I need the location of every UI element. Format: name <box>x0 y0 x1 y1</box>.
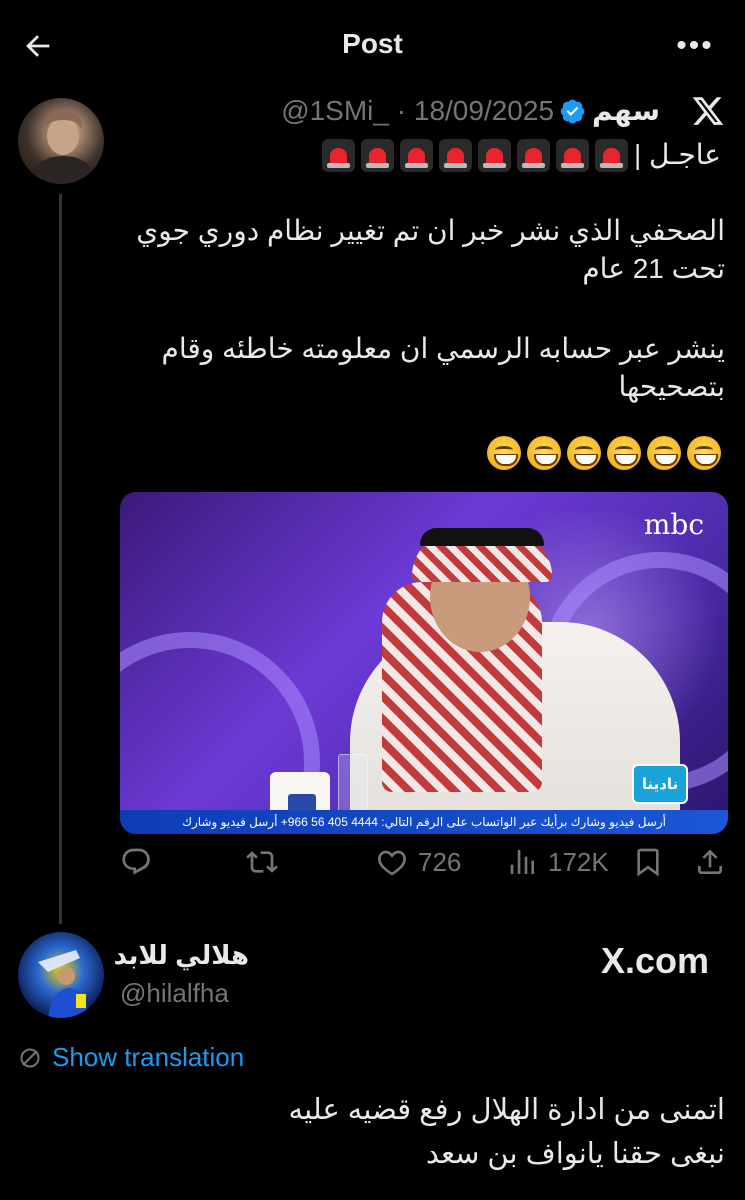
reply-icon <box>122 848 150 875</box>
more-options-button[interactable]: ••• <box>675 28 715 64</box>
siren-emoji-icon <box>438 138 472 172</box>
author-handle[interactable]: @1SMi_ <box>281 95 389 126</box>
reply-author-handle[interactable]: @hilalfha <box>120 978 229 1009</box>
avatar[interactable] <box>18 98 104 184</box>
siren-emoji-icon <box>477 138 511 172</box>
tweet-date[interactable]: 18/09/2025 <box>414 95 554 126</box>
author-name[interactable]: سهم <box>592 94 660 127</box>
siren-emoji-icon <box>555 138 589 172</box>
reply-line-2: نبغى حقنا يانواف بن سعد <box>425 1138 725 1170</box>
breaking-label: عاجـل | <box>633 139 721 170</box>
show-translation-label: Show translation <box>52 1042 245 1072</box>
reply-avatar[interactable] <box>18 932 104 1018</box>
meta-separator: · <box>396 94 407 126</box>
grinning-emoji-icon <box>527 436 561 470</box>
bookmark-icon <box>637 848 659 877</box>
retweet-button[interactable] <box>246 846 278 878</box>
grinning-emoji-icon <box>687 436 721 470</box>
siren-emoji-icon <box>321 138 355 172</box>
like-count: 726 <box>418 846 462 877</box>
avatar-player-icon <box>38 950 88 1018</box>
show-translation-link[interactable]: Show translation <box>18 1042 244 1073</box>
siren-emoji-icon <box>516 138 550 172</box>
x-logo-icon <box>692 97 724 125</box>
siren-emoji-icon <box>360 138 394 172</box>
tweet-video-media[interactable]: mbc نادينا أرسل فيديو وشارك برأيك عبر ال… <box>120 492 728 834</box>
speaker-agal <box>420 528 544 546</box>
more-horizontal-icon: ••• <box>676 29 714 62</box>
page-title: Post <box>342 28 403 59</box>
grinning-emoji-icon <box>647 436 681 470</box>
heart-icon <box>378 850 406 876</box>
grinning-emoji-icon <box>487 436 521 470</box>
news-ticker: أرسل فيديو وشارك برأيك عبر الواتساب على … <box>120 810 728 834</box>
share-icon <box>698 849 722 874</box>
tweet-paragraph-2: ينشر عبر حسابه الرسمي ان معلومته خاطئه و… <box>161 333 726 402</box>
verified-badge-icon <box>560 99 585 123</box>
siren-emoji-icon <box>399 138 433 172</box>
tweet-author-row: سهم @1SMi_ · 18/09/2025 <box>281 94 660 127</box>
share-button[interactable] <box>694 846 726 878</box>
views-count: 172K <box>548 846 609 877</box>
reply-button[interactable] <box>120 846 152 878</box>
retweet-icon <box>246 851 278 873</box>
bookmark-button[interactable] <box>632 846 664 878</box>
handle-and-date: @1SMi_ · 18/09/2025 <box>281 95 554 127</box>
reply-body: اتمنى من ادارة الهلال رفع قضيه عليه نبغى… <box>125 1088 725 1176</box>
post-header: Post ••• <box>0 0 745 90</box>
thread-connector-line <box>59 194 62 924</box>
channel-logo: mbc <box>643 508 704 541</box>
tweet-paragraph-1: الصحفي الذي نشر خبر ان تم تغيير نظام دور… <box>136 215 725 284</box>
like-button[interactable]: 726 <box>376 846 461 878</box>
show-logo: نادينا <box>632 764 688 804</box>
siren-emoji-icon <box>594 138 628 172</box>
views-button[interactable]: 172K <box>506 846 609 878</box>
breaking-line: عاجـل | <box>321 136 721 174</box>
grinning-emoji-icon <box>607 436 641 470</box>
x-com-watermark: X.com <box>600 940 709 981</box>
views-chart-icon <box>510 850 534 874</box>
grinning-emoji-icon <box>567 436 601 470</box>
reply-author-name[interactable]: هلالي للابد <box>114 940 249 971</box>
translate-globe-icon <box>20 1048 40 1067</box>
avatar-portrait-icon <box>28 109 98 184</box>
reply-line-1: اتمنى من ادارة الهلال رفع قضيه عليه <box>288 1094 725 1126</box>
grinning-emoji-row <box>487 436 721 470</box>
